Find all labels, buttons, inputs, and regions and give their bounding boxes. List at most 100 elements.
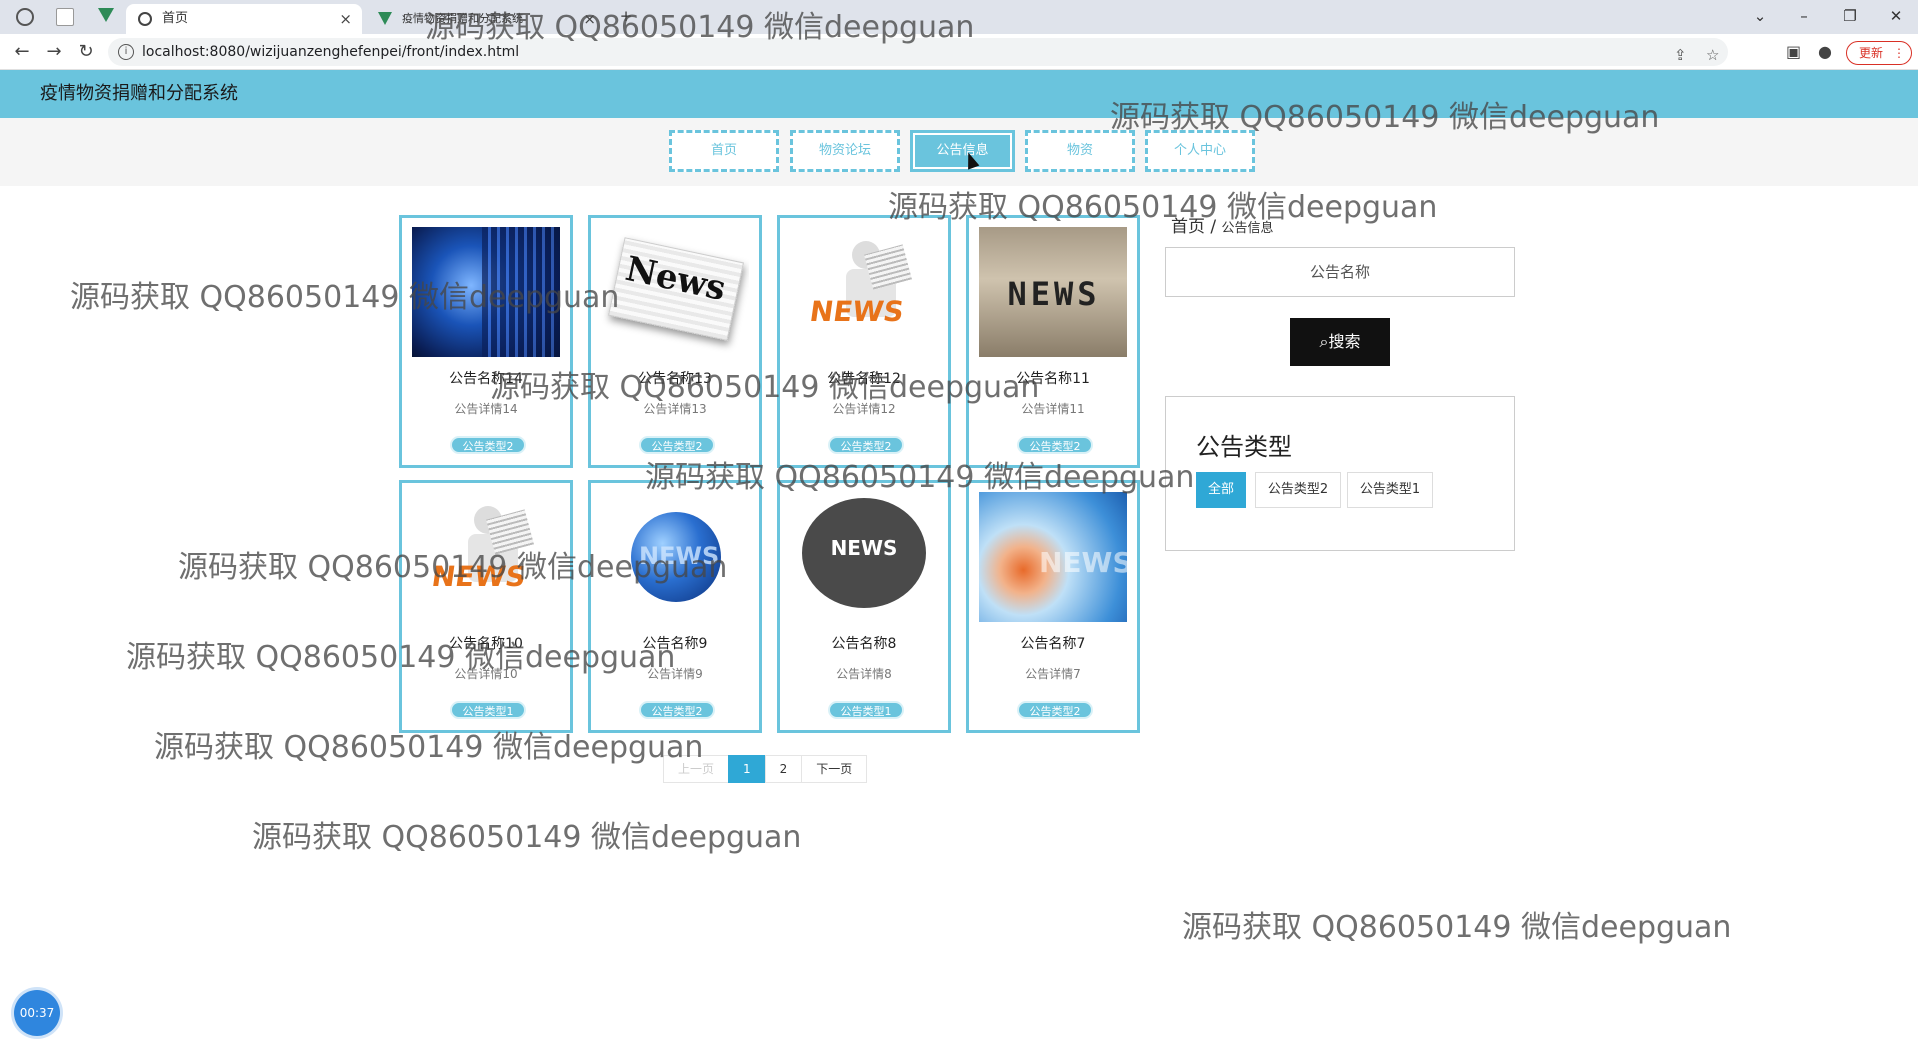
close-window-icon[interactable]: ✕ [1876, 4, 1916, 28]
breadcrumb-separator: / [1210, 217, 1217, 237]
pagination: 上一页 1 2 下一页 [663, 755, 868, 783]
next-page-button[interactable]: 下一页 [801, 755, 868, 783]
close-tab-icon[interactable]: × [339, 4, 352, 34]
news-blocks-image: NEWS [979, 227, 1127, 357]
type-filter-panel: 公告类型 全部 公告类型2 公告类型1 [1165, 396, 1515, 551]
tab-search-icon[interactable] [16, 8, 34, 26]
type-filter-type2[interactable]: 公告类型2 [1255, 472, 1341, 508]
profile-avatar-icon[interactable]: ● [1818, 42, 1832, 61]
card-name: 公告名称7 [1020, 636, 1086, 652]
tab-title: 首页 [162, 11, 189, 26]
card-name: 公告名称10 [449, 636, 523, 652]
news-blocks-label: NEWS [1007, 275, 1101, 313]
browser-tab-bar: 首页 × 疫情物资捐赠和分配系统 × + ⌄ – ❐ ✕ [0, 0, 1918, 34]
card-type-badge[interactable]: 公告类型2 [1017, 701, 1093, 719]
news-circle-image: NEWS [790, 492, 938, 622]
globe-news-image [412, 227, 560, 357]
bookmark-star-icon[interactable]: ☆ [1706, 46, 1719, 64]
announcement-card[interactable]: 公告名称14 公告详情14 公告类型2 [399, 215, 573, 468]
type-filter-all[interactable]: 全部 [1196, 472, 1246, 508]
more-menu-icon[interactable]: ⋮ [1893, 42, 1905, 64]
info-icon[interactable]: i [118, 44, 134, 60]
forward-icon[interactable]: → [42, 40, 66, 64]
address-bar: ← → ↻ i localhost:8080/wizijuanzenghefen… [0, 34, 1918, 70]
card-name: 公告名称14 [449, 371, 523, 387]
globe-news-image: NEWS [601, 492, 749, 622]
menu-forum[interactable]: 物资论坛 [790, 130, 900, 172]
search-input[interactable]: 公告名称 [1165, 247, 1515, 297]
card-type-badge[interactable]: 公告类型2 [828, 436, 904, 454]
breadcrumb-home[interactable]: 首页 [1171, 217, 1205, 237]
restore-icon[interactable]: ❐ [1830, 4, 1870, 28]
announcement-card[interactable]: NEWS 公告名称9 公告详情9 公告类型2 [588, 480, 762, 733]
blue-news-image: NEWS [979, 492, 1127, 622]
new-tab-button[interactable]: + [606, 4, 646, 28]
tab-vue-icon[interactable] [98, 8, 114, 22]
announcement-card[interactable]: NEWS 公告名称11 公告详情11 公告类型2 [966, 215, 1140, 468]
url-text: localhost:8080/wizijuanzenghefenpei/fron… [142, 44, 520, 60]
announcement-card[interactable]: News 公告名称13 公告详情13 公告类型2 [588, 215, 762, 468]
card-type-badge[interactable]: 公告类型1 [828, 701, 904, 719]
site-header: 疫情物资捐赠和分配系统 [0, 70, 1918, 118]
reload-icon[interactable]: ↻ [74, 40, 98, 64]
tab-page-icon[interactable] [56, 8, 74, 26]
card-name: 公告名称8 [831, 636, 897, 652]
page-2-button[interactable]: 2 [764, 755, 803, 783]
page-1-button[interactable]: 1 [728, 755, 766, 783]
card-detail: 公告详情12 [832, 402, 896, 416]
sidebar-panel-icon[interactable]: ▣ [1786, 42, 1801, 61]
url-field[interactable]: i localhost:8080/wizijuanzenghefenpei/fr… [108, 38, 1728, 66]
share-icon[interactable]: ⇪ [1674, 46, 1687, 64]
card-detail: 公告详情11 [1021, 402, 1085, 416]
search-button-label: 搜索 [1328, 332, 1361, 351]
type-filter-title: 公告类型 [1196, 433, 1292, 461]
menu-home[interactable]: 首页 [669, 130, 779, 172]
card-name: 公告名称13 [638, 371, 712, 387]
card-type-badge[interactable]: 公告类型2 [639, 436, 715, 454]
announcement-card[interactable]: NEWS 公告名称12 公告详情12 公告类型2 [777, 215, 951, 468]
search-button[interactable]: ⌕搜索 [1290, 318, 1390, 366]
minimize-icon[interactable]: – [1784, 4, 1824, 28]
prev-page-button[interactable]: 上一页 [663, 755, 730, 783]
tab-search-chevron-icon[interactable]: ⌄ [1740, 4, 1780, 28]
menu-announcements[interactable]: 公告信息 [910, 130, 1015, 172]
watermark: 源码获取 QQ86050149 微信deepguan [1182, 910, 1732, 945]
card-detail: 公告详情8 [836, 667, 892, 681]
card-name: 公告名称11 [1016, 371, 1090, 387]
card-detail: 公告详情9 [647, 667, 703, 681]
menu-supplies[interactable]: 物资 [1025, 130, 1135, 172]
announcement-card[interactable]: NEWS 公告名称7 公告详情7 公告类型2 [966, 480, 1140, 733]
reader-news-label: NEWS [429, 560, 528, 593]
tab-home[interactable]: 首页 × [126, 4, 362, 34]
update-label: 更新 [1859, 46, 1884, 60]
news-circle-label: NEWS [830, 536, 898, 560]
card-detail: 公告详情7 [1025, 667, 1081, 681]
main-menu: 首页 物资论坛 公告信息 物资 个人中心 [0, 118, 1918, 186]
site-title: 疫情物资捐赠和分配系统 [40, 83, 238, 104]
menu-user-center[interactable]: 个人中心 [1145, 130, 1255, 172]
reader-news-label: NEWS [807, 295, 906, 328]
close-tab-icon[interactable]: × [583, 4, 596, 34]
blue-news-label: NEWS [1039, 546, 1127, 579]
announcement-card[interactable]: NEWS 公告名称8 公告详情8 公告类型1 [777, 480, 951, 733]
card-type-badge[interactable]: 公告类型2 [639, 701, 715, 719]
card-type-badge[interactable]: 公告类型1 [450, 701, 526, 719]
card-type-badge[interactable]: 公告类型2 [1017, 436, 1093, 454]
breadcrumb-current: 公告信息 [1221, 221, 1274, 236]
type-filter-type1[interactable]: 公告类型1 [1347, 472, 1433, 508]
update-button[interactable]: 更新 ⋮ [1846, 41, 1912, 65]
card-name: 公告名称9 [642, 636, 708, 652]
back-icon[interactable]: ← [10, 40, 34, 64]
globe-icon [138, 12, 152, 26]
card-type-badge[interactable]: 公告类型2 [450, 436, 526, 454]
reader-news-image: NEWS [790, 227, 938, 357]
card-detail: 公告详情10 [454, 667, 518, 681]
announcement-card[interactable]: NEWS 公告名称10 公告详情10 公告类型1 [399, 480, 573, 733]
card-detail: 公告详情14 [454, 402, 518, 416]
tab-system[interactable]: 疫情物资捐赠和分配系统 × [366, 4, 606, 34]
watermark: 源码获取 QQ86050149 微信deepguan [252, 820, 802, 855]
tab-title: 疫情物资捐赠和分配系统 [402, 12, 523, 25]
breadcrumb: 首页 / 公告信息 [1171, 212, 1274, 237]
newspaper-image: News [601, 227, 749, 357]
recording-timer[interactable]: 00:37 [14, 990, 60, 1036]
